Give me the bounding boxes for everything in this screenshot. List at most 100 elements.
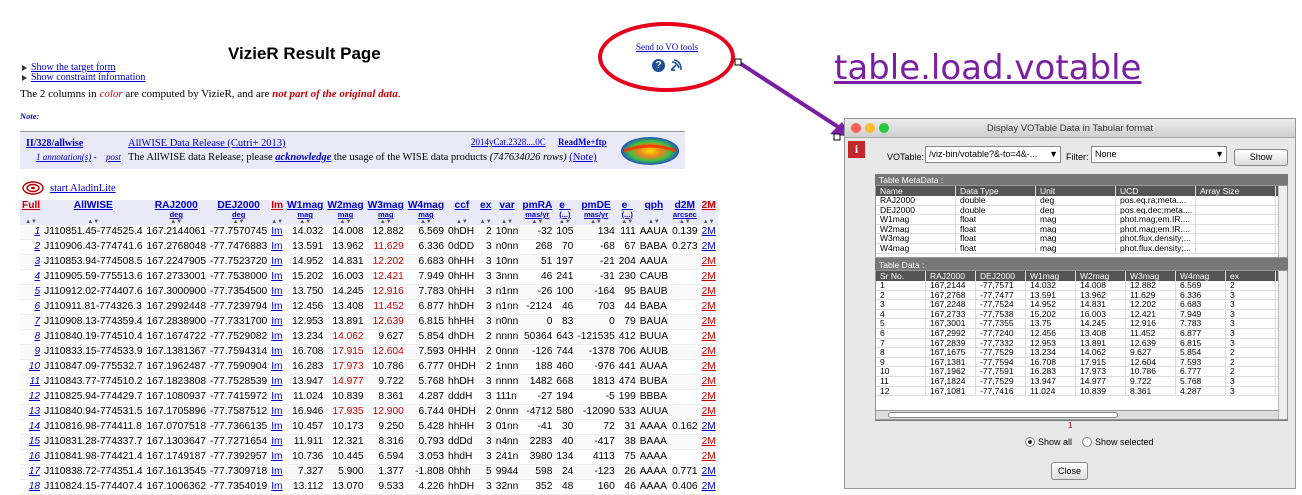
- grid-column-header[interactable]: Name: [876, 186, 956, 196]
- grid-row[interactable]: 7 167,2839 -77,7332 12.953 13.891 12.639 6.815…: [876, 338, 1287, 349]
- row-detail-link[interactable]: 10: [29, 361, 40, 372]
- grid-row[interactable]: 6 167,2992 -77,7240 12.456 13.408 11.452 6.877…: [876, 328, 1287, 339]
- grid-row[interactable]: 5 167,3001 -77,7355 13.75 14.245 12.916 7.783 3: [876, 319, 1287, 329]
- image-link[interactable]: Im: [271, 376, 282, 387]
- note-link[interactable]: (Note): [569, 152, 596, 163]
- column-unit[interactable]: mag: [287, 211, 323, 219]
- row-detail-link[interactable]: 12: [29, 391, 40, 402]
- column-header-link[interactable]: AllWISE: [74, 200, 113, 211]
- row-detail-link[interactable]: 8: [34, 331, 40, 342]
- image-link[interactable]: Im: [271, 466, 282, 477]
- votable-select[interactable]: /viz-bin/votable?&-to=4&-... ▼: [925, 146, 1061, 163]
- column-unit[interactable]: arcsec: [672, 211, 698, 219]
- twomass-link[interactable]: 2M: [702, 451, 716, 462]
- image-link[interactable]: Im: [271, 286, 282, 297]
- filter-select[interactable]: None ▼: [1091, 146, 1227, 163]
- catalog-id-link[interactable]: II/328/allwise: [26, 138, 83, 149]
- twomass-link[interactable]: 2M: [702, 421, 716, 432]
- row-detail-link[interactable]: 16: [29, 451, 40, 462]
- image-link[interactable]: Im: [271, 361, 282, 372]
- twomass-link[interactable]: 2M: [702, 376, 716, 387]
- row-detail-link[interactable]: 1: [34, 226, 40, 237]
- hscroll-thumb[interactable]: [888, 412, 1118, 418]
- row-detail-link[interactable]: 7: [34, 316, 40, 327]
- twomass-link[interactable]: 2M: [702, 226, 716, 237]
- column-header-link[interactable]: Full: [22, 200, 40, 211]
- grid-row[interactable]: DEJ2000 double deg pos.eq.dec;meta....: [876, 205, 1287, 216]
- column-unit[interactable]: mas/yr: [522, 211, 552, 219]
- column-unit[interactable]: (...): [619, 211, 636, 219]
- grid-row[interactable]: W3mag float mag phot.flux.density;...: [876, 234, 1287, 244]
- show-all-radio[interactable]: Show all: [1025, 437, 1072, 447]
- grid-row[interactable]: 9 167,1381 -77,7594 16.708 17.915 12.604 7.593…: [876, 357, 1287, 368]
- grid-column-header[interactable]: Unit: [1036, 186, 1116, 196]
- image-link[interactable]: Im: [271, 421, 282, 432]
- info-icon[interactable]: i: [848, 141, 865, 158]
- column-header-link[interactable]: ex: [480, 200, 491, 211]
- image-link[interactable]: Im: [271, 451, 282, 462]
- data-vscrollbar[interactable]: [1278, 271, 1287, 419]
- image-link[interactable]: Im: [271, 241, 282, 252]
- image-link[interactable]: Im: [271, 226, 282, 237]
- twomass-link[interactable]: 2M: [702, 406, 716, 417]
- column-unit[interactable]: mag: [368, 211, 404, 219]
- grid-column-header[interactable]: DEJ2000: [976, 271, 1026, 281]
- start-aladin-link[interactable]: start AladinLite: [50, 183, 116, 194]
- column-header-link[interactable]: 2M: [702, 200, 716, 211]
- image-link[interactable]: Im: [271, 331, 282, 342]
- twomass-link[interactable]: 2M: [702, 391, 716, 402]
- close-button[interactable]: Close: [1051, 462, 1088, 480]
- image-link[interactable]: Im: [271, 316, 282, 327]
- image-link[interactable]: Im: [271, 406, 282, 417]
- grid-column-header[interactable]: UCD: [1116, 186, 1196, 196]
- row-detail-link[interactable]: 6: [34, 301, 40, 312]
- grid-row[interactable]: W4mag float mag phot.flux.density;...: [876, 243, 1287, 254]
- acknowledge-link[interactable]: acknowledge: [275, 152, 331, 163]
- column-unit[interactable]: mag: [327, 211, 363, 219]
- twomass-link[interactable]: 2M: [702, 301, 716, 312]
- grid-column-header[interactable]: W1mag: [1026, 271, 1076, 281]
- grid-column-header[interactable]: W2mag: [1076, 271, 1126, 281]
- column-unit[interactable]: mas/yr: [577, 211, 614, 219]
- data-hscrollbar[interactable]: [876, 410, 1278, 419]
- twomass-link[interactable]: 2M: [702, 481, 716, 492]
- grid-row[interactable]: 8 167,1675 -77,7529 13.234 14.062 9.627 5.854 2: [876, 348, 1287, 358]
- row-detail-link[interactable]: 17: [29, 466, 40, 477]
- column-unit[interactable]: (...): [556, 211, 573, 219]
- grid-row[interactable]: 4 167,2733 -77,7538 15.202 16.003 12.421 7.949…: [876, 309, 1287, 320]
- column-header-link[interactable]: var: [499, 200, 514, 211]
- grid-row[interactable]: 11 167,1824 -77,7529 13.947 14.977 9.722 5.768…: [876, 376, 1287, 387]
- grid-column-header[interactable]: Sr No.: [876, 271, 926, 281]
- twomass-link[interactable]: 2M: [702, 316, 716, 327]
- row-detail-link[interactable]: 13: [29, 406, 40, 417]
- grid-column-header[interactable]: Array Size: [1196, 186, 1276, 196]
- twomass-link[interactable]: 2M: [702, 466, 716, 477]
- image-link[interactable]: Im: [271, 301, 282, 312]
- column-header-link[interactable]: ccf: [455, 200, 470, 211]
- image-link[interactable]: Im: [271, 271, 282, 282]
- row-detail-link[interactable]: 15: [29, 436, 40, 447]
- twomass-link[interactable]: 2M: [702, 271, 716, 282]
- column-header-link[interactable]: Im: [271, 200, 283, 211]
- twomass-link[interactable]: 2M: [702, 346, 716, 357]
- grid-row[interactable]: W2mag float mag phot.mag;em.IR....: [876, 224, 1287, 235]
- grid-row[interactable]: 10 167,1962 -77,7591 16.283 17.973 10.786 6.77…: [876, 367, 1287, 377]
- row-detail-link[interactable]: 4: [34, 271, 40, 282]
- column-unit[interactable]: mag: [408, 211, 444, 219]
- bibcode-link[interactable]: 2014yCat.2328....0C: [471, 137, 546, 147]
- grid-column-header[interactable]: ex: [1226, 271, 1276, 281]
- row-detail-link[interactable]: 2: [34, 241, 40, 252]
- twomass-link[interactable]: 2M: [702, 331, 716, 342]
- catalog-name-link[interactable]: AllWISE Data Release (Cutri+ 2013): [128, 138, 286, 149]
- show-button[interactable]: Show: [1234, 149, 1288, 166]
- grid-row[interactable]: 1 167,2144 -77,7571 14.032 14.008 12.882 6.569…: [876, 281, 1287, 291]
- image-link[interactable]: Im: [271, 481, 282, 492]
- image-link[interactable]: Im: [271, 391, 282, 402]
- image-link[interactable]: Im: [271, 346, 282, 357]
- readme-link[interactable]: ReadMe+ftp: [558, 137, 607, 147]
- twomass-link[interactable]: 2M: [702, 436, 716, 447]
- grid-column-header[interactable]: RAJ2000: [926, 271, 976, 281]
- image-link[interactable]: Im: [271, 256, 282, 267]
- column-header-link[interactable]: qph: [645, 200, 664, 211]
- row-detail-link[interactable]: 5: [34, 286, 40, 297]
